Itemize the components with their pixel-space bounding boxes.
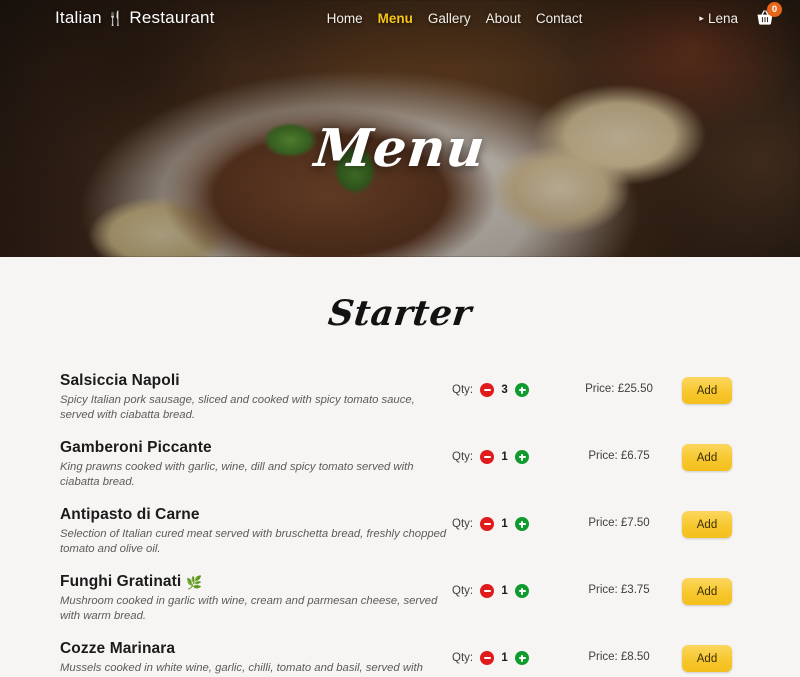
item-name: Cozze Marinara [60,640,452,658]
qty-label: Qty: [452,518,474,530]
navbar-right: ▸ Lena 0 [699,2,782,31]
plus-circle-icon[interactable] [515,517,530,531]
item-name-text: Funghi Gratinati [60,573,182,590]
item-info: Cozze Marinara Mussels cooked in white w… [60,640,452,677]
quantity-stepper: Qty: 1 [452,640,564,665]
item-info: Gamberoni Piccante King prawns cooked wi… [60,439,452,490]
plus-circle-icon[interactable] [515,383,530,397]
qty-value: 1 [501,451,508,463]
add-cell: Add [674,506,745,538]
item-description: Mushroom cooked in garlic with wine, cre… [60,595,438,622]
menu-item-row: Funghi Gratinati 🌿 Mushroom cooked in ga… [60,567,745,634]
brand-text-right: Restaurant [129,8,215,27]
add-to-cart-button[interactable]: Add [682,578,732,605]
add-to-cart-button[interactable]: Add [682,377,732,404]
item-price: Price: £6.75 [588,450,650,462]
item-price: Price: £8.50 [588,651,650,663]
item-info: Funghi Gratinati 🌿 Mushroom cooked in ga… [60,573,452,624]
item-price: Price: £7.50 [588,517,650,529]
site-logo[interactable]: Italian 🍴 Restaurant [55,8,215,28]
nav-link-home[interactable]: Home [327,11,363,26]
minus-circle-icon[interactable] [480,651,495,665]
menu-item-row: Antipasto di Carne Selection of Italian … [60,500,745,567]
plus-circle-icon[interactable] [515,651,530,665]
quantity-stepper: Qty: 1 [452,506,564,531]
nav-link-about[interactable]: About [486,11,521,26]
quantity-stepper: Qty: 1 [452,573,564,598]
user-menu[interactable]: ▸ Lena [699,11,738,26]
brand-text-left: Italian [55,8,102,27]
add-to-cart-button[interactable]: Add [682,511,732,538]
nav-link-contact[interactable]: Contact [536,11,583,26]
menu-section: Starter Salsiccia Napoli Spicy Italian p… [0,257,800,677]
add-cell: Add [674,372,745,404]
item-name: Funghi Gratinati 🌿 [60,573,452,591]
menu-item-row: Cozze Marinara Mussels cooked in white w… [60,634,745,677]
hero-title: Menu [311,118,489,179]
item-name-text: Gamberoni Piccante [60,439,212,456]
quantity-stepper: Qty: 1 [452,439,564,464]
nav-links: Home Menu Gallery About Contact [327,11,583,26]
menu-item-row: Salsiccia Napoli Spicy Italian pork saus… [60,366,745,433]
add-cell: Add [674,640,745,672]
item-description: Spicy Italian pork sausage, sliced and c… [60,394,415,421]
item-description: King prawns cooked with garlic, wine, di… [60,461,414,488]
minus-circle-icon[interactable] [480,450,495,464]
cart-button[interactable]: 0 [752,2,782,31]
qty-label: Qty: [452,451,474,463]
top-navbar: Italian 🍴 Restaurant Home Menu Gallery A… [0,0,800,36]
section-title-starter: Starter [326,293,474,334]
item-description: Mussels cooked in white wine, garlic, ch… [60,662,423,677]
minus-circle-icon[interactable] [480,383,495,397]
item-description: Selection of Italian cured meat served w… [60,528,447,555]
add-cell: Add [674,573,745,605]
menu-item-row: Gamberoni Piccante King prawns cooked wi… [60,433,745,500]
plus-circle-icon[interactable] [515,450,530,464]
item-name: Salsiccia Napoli [60,372,452,390]
qty-value: 1 [501,518,508,530]
add-to-cart-button[interactable]: Add [682,645,732,672]
cart-count-badge: 0 [767,2,782,17]
item-price: Price: £25.50 [585,383,653,395]
item-name-text: Cozze Marinara [60,640,176,657]
user-name-label: Lena [707,10,738,26]
item-info: Antipasto di Carne Selection of Italian … [60,506,452,557]
nav-link-menu[interactable]: Menu [378,11,413,26]
add-to-cart-button[interactable]: Add [682,444,732,471]
qty-label: Qty: [452,585,474,597]
hero-banner: Italian 🍴 Restaurant Home Menu Gallery A… [0,0,800,257]
item-name: Antipasto di Carne [60,506,452,524]
item-name-text: Antipasto di Carne [60,506,200,523]
menu-item-list: Salsiccia Napoli Spicy Italian pork saus… [0,366,800,677]
minus-circle-icon[interactable] [480,517,495,531]
add-cell: Add [674,439,745,471]
nav-link-gallery[interactable]: Gallery [428,11,471,26]
qty-label: Qty: [452,652,474,664]
chevron-right-icon: ▸ [699,12,704,23]
item-price: Price: £3.75 [588,584,650,596]
item-info: Salsiccia Napoli Spicy Italian pork saus… [60,372,452,423]
minus-circle-icon[interactable] [480,584,495,598]
item-name: Gamberoni Piccante [60,439,452,457]
qty-value: 1 [501,652,508,664]
qty-label: Qty: [452,384,474,396]
item-name-text: Salsiccia Napoli [60,372,180,389]
page-root: Italian 🍴 Restaurant Home Menu Gallery A… [0,0,800,677]
fork-knife-icon: 🍴 [106,10,125,26]
qty-value: 1 [501,585,508,597]
quantity-stepper: Qty: 3 [452,372,564,397]
vegetarian-leaf-icon: 🌿 [186,574,203,590]
plus-circle-icon[interactable] [515,584,530,598]
qty-value: 3 [501,384,508,396]
